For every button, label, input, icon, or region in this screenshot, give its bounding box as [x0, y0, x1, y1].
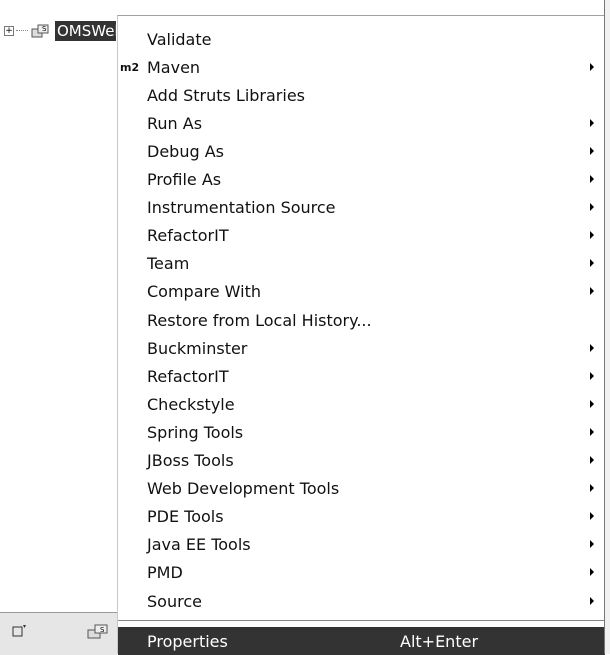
submenu-arrow-icon: [590, 147, 594, 155]
menu-item-maven[interactable]: m2 Maven: [118, 53, 605, 81]
context-menu: Validate m2 Maven Add Struts Libraries R…: [117, 15, 605, 655]
properties-accelerator: Alt+Enter: [400, 631, 479, 651]
menu-item-jboss-tools[interactable]: JBoss Tools: [118, 446, 605, 474]
view-menu-icon[interactable]: [12, 623, 28, 639]
menu-item-add-struts-libraries[interactable]: Add Struts Libraries: [118, 81, 605, 109]
submenu-arrow-icon: [590, 400, 594, 408]
submenu-arrow-icon: [590, 428, 594, 436]
submenu-arrow-icon: [590, 456, 594, 464]
menu-item-pde-tools[interactable]: PDE Tools: [118, 502, 605, 530]
tree-expander-icon[interactable]: +: [4, 26, 14, 36]
submenu-arrow-icon: [590, 512, 594, 520]
project-label[interactable]: OMSWeb: [55, 21, 116, 41]
menu-item-web-development-tools[interactable]: Web Development Tools: [118, 474, 605, 502]
submenu-arrow-icon: [590, 597, 594, 605]
menu-item-pmd[interactable]: PMD: [118, 558, 605, 586]
project-icon: S: [31, 24, 49, 38]
submenu-arrow-icon: [590, 63, 594, 71]
project-small-icon[interactable]: S: [86, 621, 110, 641]
menu-item-profile-as[interactable]: Profile As: [118, 165, 605, 193]
menu-item-source[interactable]: Source: [118, 587, 605, 615]
submenu-arrow-icon: [590, 344, 594, 352]
submenu-arrow-icon: [590, 484, 594, 492]
submenu-arrow-icon: [590, 540, 594, 548]
background-editor-edge: [604, 0, 610, 654]
tree-item-project[interactable]: + S OMSWeb: [4, 20, 116, 42]
submenu-arrow-icon: [590, 175, 594, 183]
menu-item-refactorit[interactable]: RefactorIT: [118, 221, 605, 249]
menu-separator: [118, 620, 605, 621]
menu-item-spring-tools[interactable]: Spring Tools: [118, 418, 605, 446]
menu-item-validate[interactable]: Validate: [118, 25, 605, 53]
submenu-arrow-icon: [590, 231, 594, 239]
submenu-arrow-icon: [590, 203, 594, 211]
submenu-arrow-icon: [590, 372, 594, 380]
svg-text:S: S: [42, 25, 47, 33]
maven-icon: m2: [120, 60, 140, 74]
menu-item-debug-as[interactable]: Debug As: [118, 137, 605, 165]
menu-item-run-as[interactable]: Run As: [118, 109, 605, 137]
menu-item-refactorit-2[interactable]: RefactorIT: [118, 362, 605, 390]
submenu-arrow-icon: [590, 568, 594, 576]
menu-item-properties[interactable]: Properties Alt+Enter: [118, 627, 605, 655]
menu-item-instrumentation-source[interactable]: Instrumentation Source: [118, 193, 605, 221]
tree-connector: [16, 30, 28, 32]
menu-item-restore-from-local-history[interactable]: Restore from Local History...: [118, 306, 605, 334]
menu-item-buckminster[interactable]: Buckminster: [118, 334, 605, 362]
submenu-arrow-icon: [590, 259, 594, 267]
svg-text:S: S: [100, 626, 105, 634]
menu-item-compare-with[interactable]: Compare With: [118, 277, 605, 305]
view-toolbar: S: [0, 612, 117, 655]
submenu-arrow-icon: [590, 287, 594, 295]
menu-item-java-ee-tools[interactable]: Java EE Tools: [118, 530, 605, 558]
submenu-arrow-icon: [590, 119, 594, 127]
menu-item-team[interactable]: Team: [118, 249, 605, 277]
menu-item-checkstyle[interactable]: Checkstyle: [118, 390, 605, 418]
project-explorer-tree: + S OMSWeb S: [0, 0, 117, 655]
